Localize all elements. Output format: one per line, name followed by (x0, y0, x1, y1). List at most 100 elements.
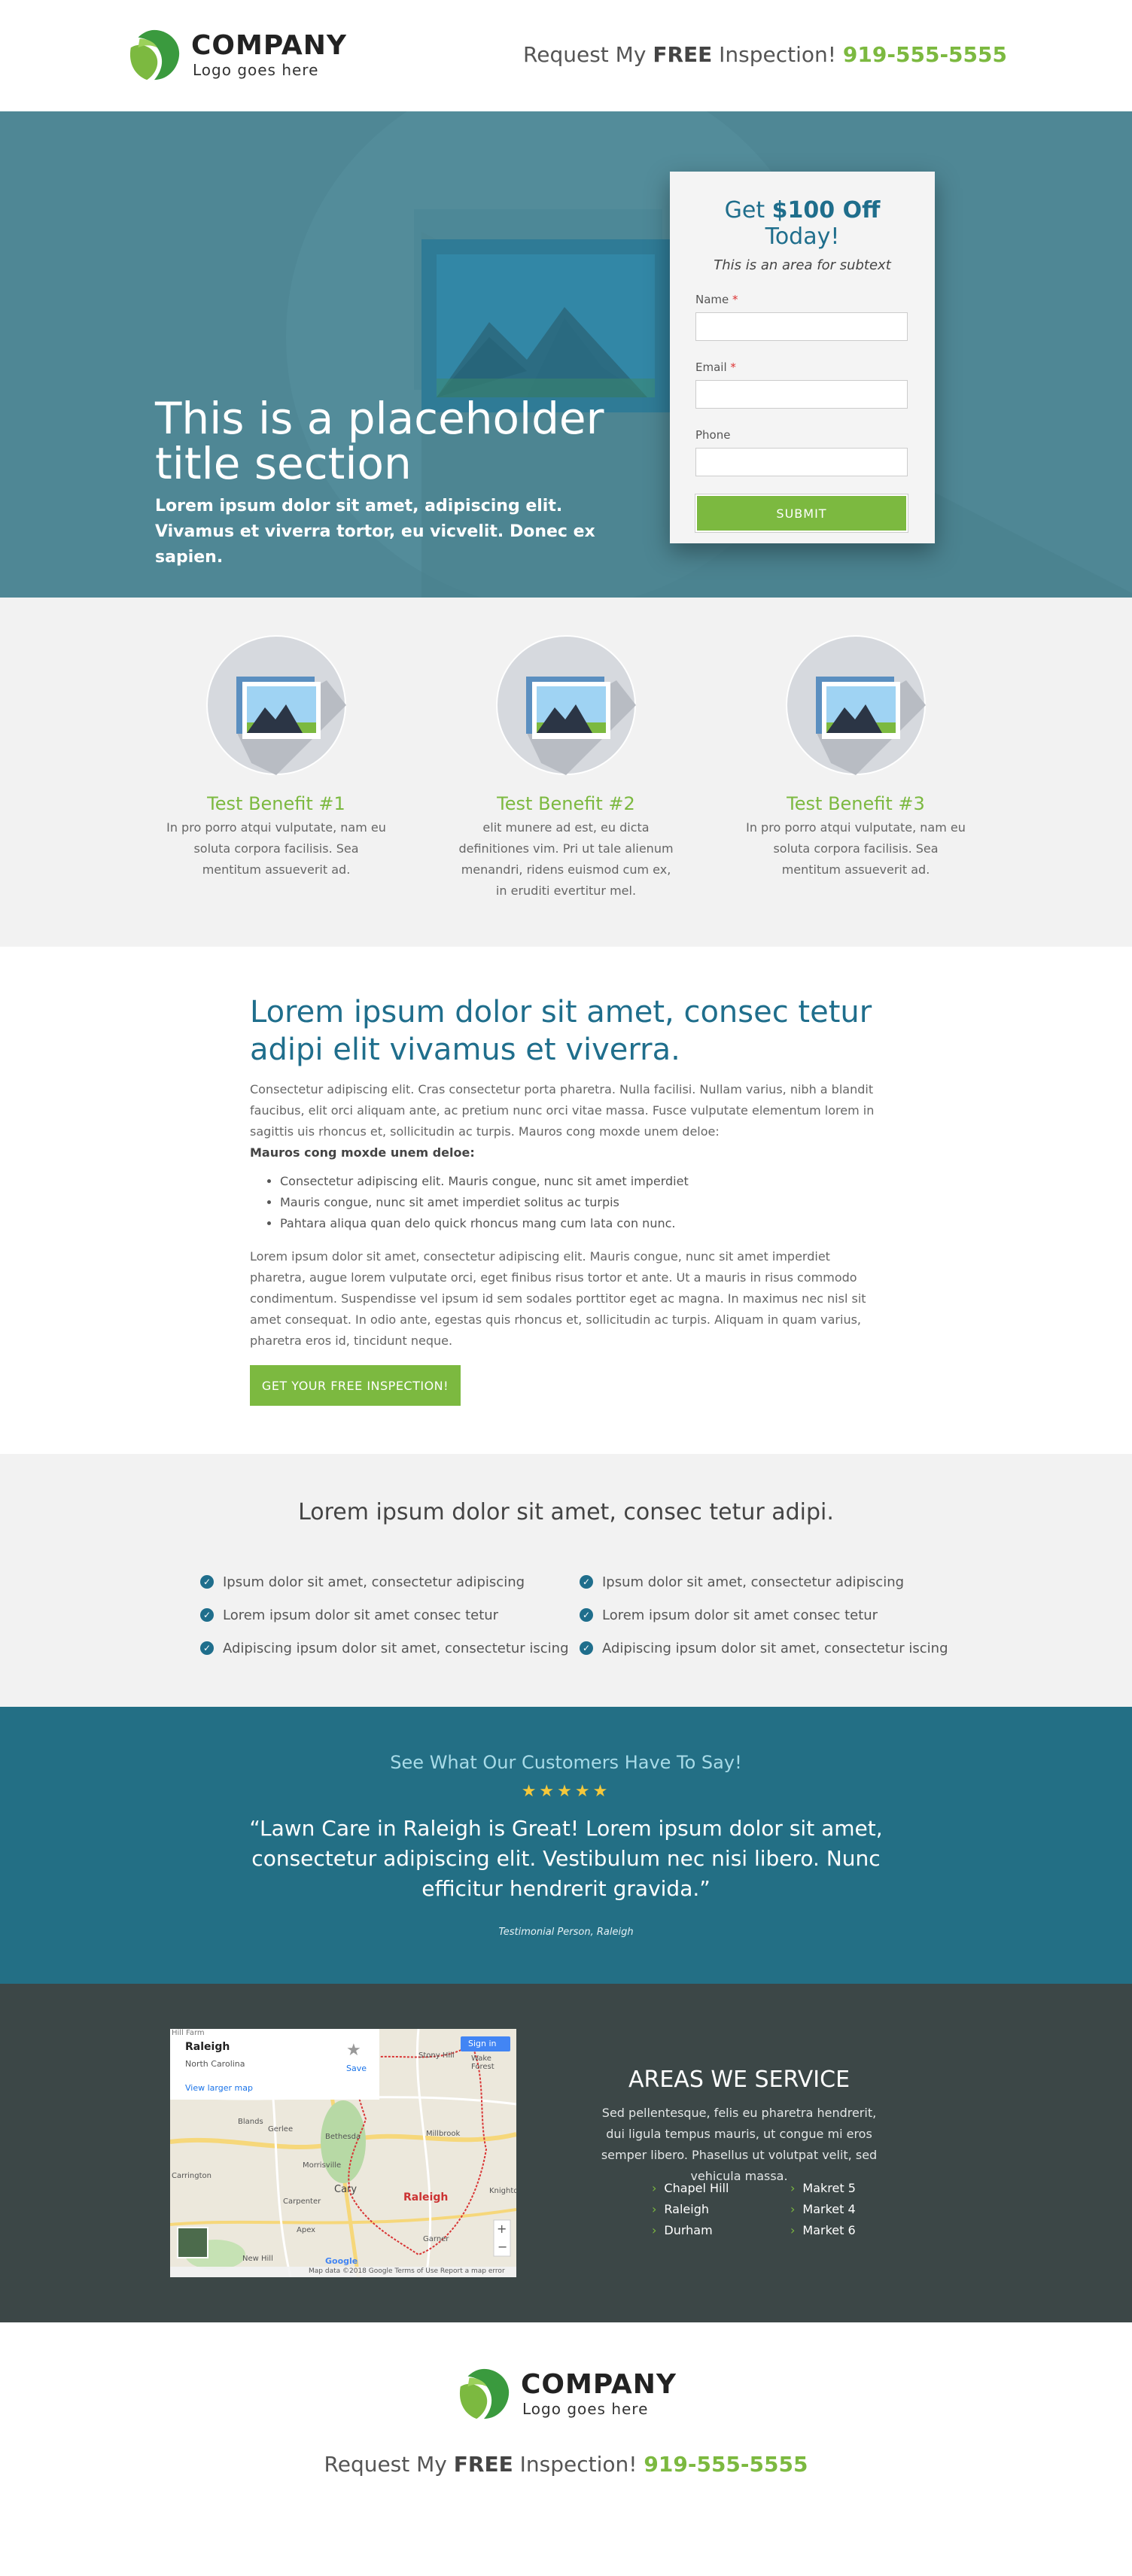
company-logo[interactable]: COMPANY Logo goes here (125, 26, 347, 84)
logo-tagline: Logo goes here (193, 61, 319, 79)
area-item: Durham (652, 2220, 729, 2241)
cta-bold: FREE (453, 2452, 513, 2477)
form-title-offer: $100 Off (771, 197, 881, 224)
leaf-logo-icon (129, 29, 180, 81)
testimonial-section: See What Our Customers Have To Say! ★★★★… (0, 1707, 1132, 1984)
name-label: Name * (695, 293, 909, 306)
areas-title: AREAS WE SERVICE (628, 2067, 851, 2093)
map-zoom-in-button[interactable]: + (497, 2222, 507, 2236)
map-town: Carpenter (283, 2197, 321, 2206)
email-label-text: Email (695, 360, 727, 374)
image-placeholder-icon (496, 635, 636, 775)
map-town: Millbrook (426, 2130, 461, 2138)
cta-suffix: Inspection! (712, 42, 843, 67)
area-item: Market 6 (790, 2220, 856, 2241)
feature-item: ✓ Ipsum dolor sit amet, consectetur adipi… (580, 1565, 948, 1598)
map-town: Morrisville (303, 2161, 342, 2170)
list-item: Mauris congue, nunc sit amet imperdiet s… (280, 1192, 882, 1213)
google-logo: Google (325, 2256, 358, 2266)
map-town: Garner (423, 2235, 449, 2243)
feature-item: ✓ Adipiscing ipsum dolor sit amet, consec… (580, 1632, 948, 1665)
required-mark: * (732, 293, 738, 306)
required-mark: * (730, 360, 736, 374)
name-label-text: Name (695, 293, 729, 306)
email-field[interactable] (695, 380, 908, 409)
benefit-text: elit munere ad est, eu dicta definitione… (458, 820, 674, 898)
cta-prefix: Request My (324, 2452, 454, 2477)
logo-tagline: Logo goes here (522, 2400, 649, 2418)
hero-title: This is a placeholder title section (155, 393, 604, 489)
image-placeholder-icon (206, 635, 346, 775)
features-left-column: ✓ Ipsum dolor sit amet, consectetur adipi… (200, 1565, 569, 1665)
benefit-title: Test Benefit #3 (787, 793, 925, 814)
embedded-map[interactable]: Raleigh North Carolina View larger map ★… (170, 2029, 516, 2277)
benefits-section: Test Benefit #1 In pro porro atqui vulpu… (0, 598, 1132, 947)
benefit-item: Test Benefit #2 elit munere ad est, eu d… (453, 635, 679, 902)
phone-label: Phone (695, 428, 731, 442)
feature-item: ✓ Adipiscing ipsum dolor sit amet, consec… (200, 1632, 569, 1665)
site-header: COMPANY Logo goes here Request My FREE I… (0, 0, 1132, 111)
map-footer: Map data ©2018 Google Terms of Use Repor… (309, 2267, 505, 2275)
content-bold-line: Mauros cong moxde unem deloe: (250, 1145, 475, 1160)
feature-text: Lorem ipsum dolor sit amet consec tetur (602, 1607, 878, 1623)
check-icon: ✓ (580, 1575, 593, 1589)
email-label: Email * (695, 360, 909, 374)
footer-logo[interactable]: COMPANY Logo goes here (455, 2365, 677, 2423)
features-section: Lorem ipsum dolor sit amet, consec tetur… (0, 1454, 1132, 1707)
area-item: Makret 5 (790, 2178, 855, 2199)
content-paragraph: Consectetur adipiscing elit. Cras consec… (250, 1082, 875, 1139)
map-town: Hill Farm (172, 2029, 205, 2037)
name-field[interactable] (695, 312, 908, 341)
map-signin-button[interactable]: Sign in (468, 2039, 497, 2048)
footer-cta: Request My FREE Inspection! 919-555-5555 (0, 2452, 1132, 2477)
testimonial-heading: See What Our Customers Have To Say! (390, 1752, 742, 1773)
footer-phone-link[interactable]: 919-555-5555 (644, 2452, 808, 2477)
map-town: Stony Hill (418, 2051, 455, 2060)
map-town: Bethesda (325, 2133, 361, 2141)
phone-field[interactable] (695, 448, 908, 476)
benefit-text: In pro porro atqui vulputate, nam eu sol… (746, 820, 966, 877)
testimonial-author: Testimonial Person, Raleigh (498, 1927, 634, 1938)
site-footer: COMPANY Logo goes here Request My FREE I… (0, 2322, 1132, 2576)
view-larger-map-link[interactable]: View larger map (185, 2083, 253, 2093)
star-icon[interactable]: ★ (346, 2041, 361, 2060)
feature-text: Adipiscing ipsum dolor sit amet, consect… (223, 1640, 569, 1656)
header-phone-link[interactable]: 919-555-5555 (843, 42, 1007, 67)
image-placeholder-icon (786, 635, 926, 775)
feature-text: Adipiscing ipsum dolor sit amet, consect… (602, 1640, 948, 1656)
cta-suffix: Inspection! (513, 2452, 644, 2477)
hero-section: This is a placeholder title section Lore… (0, 111, 1132, 598)
star-rating-icon: ★★★★★ (521, 1782, 611, 1801)
cta-bold: FREE (653, 42, 713, 67)
cta-prefix: Request My (523, 42, 653, 67)
areas-text: Sed pellentesque, felis eu pharetra hend… (601, 2106, 878, 2183)
map-save-button[interactable]: Save (346, 2064, 367, 2073)
map-place-name: Raleigh (185, 2041, 230, 2053)
benefit-title: Test Benefit #2 (497, 793, 635, 814)
feature-text: Lorem ipsum dolor sit amet consec tetur (223, 1607, 499, 1623)
content-heading: Lorem ipsum dolor sit amet, consec tetur… (250, 995, 872, 1067)
area-item: Raleigh (652, 2199, 729, 2220)
map-town: Cary (334, 2184, 358, 2195)
header-cta: Request My FREE Inspection! 919-555-5555 (523, 42, 1007, 67)
map-zoom-out-button[interactable]: − (498, 2240, 507, 2254)
feature-item: ✓ Ipsum dolor sit amet, consectetur adipi… (200, 1565, 569, 1598)
form-title-suffix: Today! (765, 224, 840, 250)
map-region: North Carolina (185, 2059, 245, 2069)
submit-button[interactable]: SUBMIT (695, 494, 908, 533)
benefit-item: Test Benefit #1 In pro porro atqui vulpu… (163, 635, 389, 880)
map-town: Apex (297, 2226, 316, 2234)
check-icon: ✓ (200, 1608, 214, 1622)
map-town: Knightdale (489, 2187, 516, 2195)
testimonial-quote: “Lawn Care in Raleigh is Great! Lorem ip… (249, 1816, 883, 1901)
area-item: Chapel Hill (652, 2178, 729, 2199)
list-item: Pahtara aliqua quan delo quick rhoncus m… (280, 1213, 882, 1234)
feature-text: Ipsum dolor sit amet, consectetur adipis… (223, 1574, 525, 1590)
check-icon: ✓ (580, 1608, 593, 1622)
area-item: Market 4 (790, 2199, 856, 2220)
map-town: New Hill (242, 2255, 273, 2263)
free-inspection-button[interactable]: GET YOUR FREE INSPECTION! (250, 1365, 461, 1406)
map-town: Wake Forest (471, 2054, 494, 2071)
map-town: Carrington (172, 2172, 211, 2180)
form-title-prefix: Get (724, 197, 772, 224)
